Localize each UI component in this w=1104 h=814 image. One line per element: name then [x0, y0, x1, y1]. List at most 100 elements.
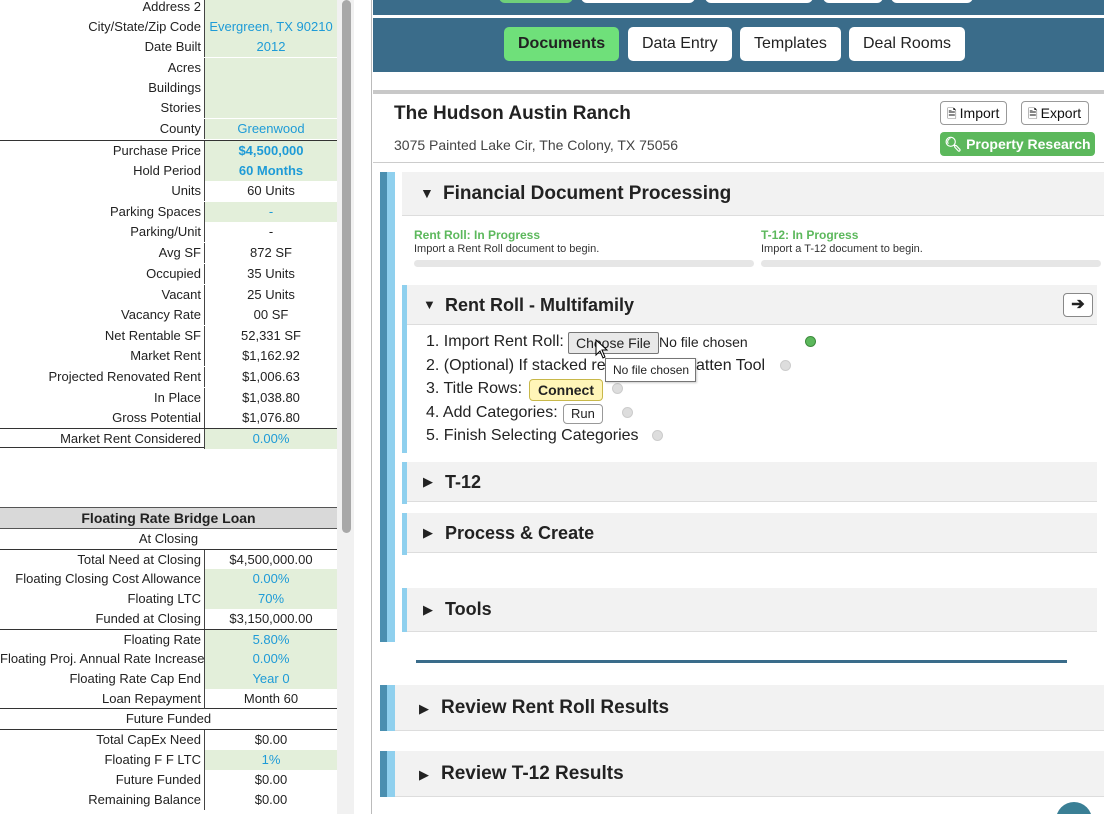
sheet-value[interactable]: $4,500,000 — [205, 141, 337, 161]
sheet-value[interactable]: Greenwood — [205, 119, 337, 139]
future-funded-header: Future Funded — [125, 711, 212, 726]
sheet-row: Floating Proj. Annual Rate Increase 0.00% — [0, 649, 337, 669]
top-tab-1[interactable] — [499, 0, 573, 3]
property-research-label: Property Research — [966, 136, 1091, 152]
sheet-value[interactable]: 0.00% — [205, 649, 337, 669]
tools-header[interactable]: ▶ Tools — [407, 588, 1097, 632]
divider — [373, 162, 1104, 163]
tools-block: ▶ Tools — [402, 588, 1097, 632]
review-rent-roll-block[interactable]: ▶ Review Rent Roll Results — [380, 685, 1104, 731]
import-button[interactable]: 🗎 Import — [940, 101, 1008, 125]
sheet-label: Avg SF — [0, 243, 205, 263]
collapse-arrow-icon: ▼ — [423, 297, 436, 312]
review-t12-header[interactable]: ▶ Review T-12 Results — [395, 751, 1104, 797]
sheet-value[interactable] — [205, 98, 337, 118]
sheet-label: Market Rent Considered — [0, 429, 205, 449]
sheet-row: Parking/Unit - — [0, 222, 337, 242]
sheet-row: Loan Repayment Month 60 — [0, 689, 337, 709]
sheet-scrollbar[interactable] — [337, 0, 354, 814]
sheet-label: Acres — [0, 58, 205, 78]
tab-deal-rooms[interactable]: Deal Rooms — [849, 27, 966, 61]
process-create-header[interactable]: ▶ Process & Create — [407, 513, 1097, 553]
at-closing-header: At Closing — [138, 531, 199, 546]
sheet-value: 25 Units — [247, 287, 295, 302]
connect-button[interactable]: Connect — [529, 379, 603, 401]
sheet-value: $3,150,000.00 — [229, 611, 313, 626]
top-tab-2[interactable] — [581, 0, 695, 3]
top-tab-5[interactable] — [891, 0, 973, 3]
sheet-value: $0.00 — [254, 732, 288, 747]
status-dot — [652, 430, 663, 441]
sheet-label: Total CapEx Need — [0, 730, 205, 750]
document-nav: Documents Data Entry Templates Deal Room… — [373, 18, 1104, 72]
sheet-label: City/State/Zip Code — [0, 17, 205, 37]
sheet-value[interactable]: 5.80% — [205, 630, 337, 650]
sheet-label: Net Rentable SF — [0, 326, 205, 346]
sheet-row: Net Rentable SF 52,331 SF — [0, 326, 337, 346]
status-dot — [805, 336, 816, 347]
sheet-value[interactable]: 0.00% — [205, 429, 337, 449]
sheet-row: Floating LTC 70% — [0, 589, 337, 609]
choose-file-button[interactable]: Choose File — [568, 332, 659, 354]
rent-roll-status: Rent Roll: In Progress Import a Rent Rol… — [414, 228, 754, 267]
sheet-label: Floating F F LTC — [0, 750, 205, 770]
arrow-right-icon[interactable]: ➔ — [1063, 293, 1093, 317]
export-icon: 🗎 — [1028, 107, 1038, 121]
review-t12-block[interactable]: ▶ Review T-12 Results — [380, 751, 1104, 797]
step-1: 1. Import Rent Roll: — [426, 331, 564, 353]
property-research-button[interactable]: 🔍︎ Property Research — [940, 132, 1095, 156]
t12-block: ▶ T-12 — [402, 462, 1097, 504]
sheet-row: Vacant 25 Units — [0, 285, 337, 305]
sheet-value: 52,331 SF — [241, 328, 301, 343]
sheet-label: Floating Proj. Annual Rate Increase — [0, 649, 205, 669]
sheet-value[interactable]: 1% — [205, 750, 337, 770]
sheet-label: Buildings — [0, 78, 205, 98]
sheet-value[interactable]: 60 Months — [205, 161, 337, 181]
sheet-label: Parking/Unit — [0, 222, 205, 242]
top-tab-4[interactable] — [823, 0, 883, 3]
tab-documents[interactable]: Documents — [504, 27, 620, 61]
top-tab-3[interactable] — [705, 0, 813, 3]
sheet-value[interactable]: - — [205, 202, 337, 222]
run-button[interactable]: Run — [563, 404, 603, 424]
sheet-label: Purchase Price — [0, 141, 205, 161]
t12-status-msg: Import a T-12 document to begin. — [761, 243, 923, 255]
review-rent-roll-header[interactable]: ▶ Review Rent Roll Results — [395, 685, 1104, 731]
sheet-value[interactable] — [205, 58, 337, 78]
sheet-label: Vacancy Rate — [0, 305, 205, 325]
loan-section-title: Floating Rate Bridge Loan — [0, 507, 337, 529]
import-label: Import — [959, 105, 1000, 121]
sheet-value[interactable]: 70% — [205, 589, 337, 609]
expand-arrow-icon: ▶ — [423, 474, 433, 489]
tab-data-entry[interactable]: Data Entry — [628, 27, 732, 61]
sheet-label: Units — [0, 181, 205, 201]
expand-arrow-icon: ▶ — [419, 701, 429, 716]
sheet-value: $1,076.80 — [242, 410, 300, 425]
scrollbar-thumb[interactable] — [342, 0, 351, 533]
export-button[interactable]: 🗎 Export — [1021, 101, 1090, 125]
sheet-row: Market Rent $1,162.92 — [0, 346, 337, 366]
file-tooltip: No file chosen — [605, 358, 696, 382]
sheet-label: Loan Repayment — [0, 689, 205, 709]
status-dot — [780, 360, 791, 371]
sheet-value[interactable]: 2012 — [205, 37, 337, 57]
t12-title: T-12 — [445, 472, 482, 492]
rent-roll-header[interactable]: ▼ Rent Roll - Multifamily ➔ — [407, 285, 1097, 325]
t12-header[interactable]: ▶ T-12 — [407, 462, 1097, 502]
sheet-label: Parking Spaces — [0, 202, 205, 222]
help-chat-button[interactable] — [1056, 802, 1092, 814]
sheet-value[interactable]: 0.00% — [205, 569, 337, 589]
sheet-row: County Greenwood — [0, 119, 337, 139]
sheet-value[interactable] — [205, 0, 337, 17]
sheet-label: Floating LTC — [0, 589, 205, 609]
sheet-row: Floating Rate Cap End Year 0 — [0, 669, 337, 689]
sheet-row: Buildings — [0, 78, 337, 98]
sheet-row: Remaining Balance $0.00 — [0, 790, 337, 810]
rent-roll-title: Rent Roll - Multifamily — [445, 295, 634, 315]
sheet-value[interactable] — [205, 78, 337, 98]
sheet-value[interactable]: Year 0 — [205, 669, 337, 689]
sheet-value[interactable]: Evergreen, TX 90210 — [205, 17, 337, 37]
fdp-header[interactable]: ▼ Financial Document Processing — [402, 172, 1104, 216]
sheet-value: $1,006.63 — [242, 369, 300, 384]
tab-templates[interactable]: Templates — [740, 27, 841, 61]
